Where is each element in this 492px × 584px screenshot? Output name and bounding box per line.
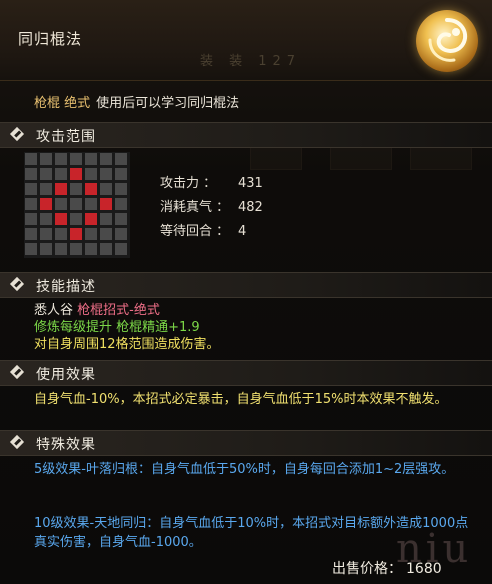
range-cell — [85, 168, 97, 180]
stat-value: 482 — [238, 200, 263, 215]
tooltip-header: 同归棍法 装 装 127 — [0, 0, 492, 81]
range-cell-active — [70, 228, 82, 240]
range-cell — [115, 198, 127, 210]
diamond-icon — [9, 364, 25, 380]
description-type: 枪棍招式-绝式 — [77, 303, 160, 318]
range-cell — [25, 243, 37, 255]
range-cell — [40, 183, 52, 195]
section-label: 攻击范围 — [36, 129, 96, 145]
stat-label: 攻击力 ： — [160, 176, 217, 191]
section-header-use-effect: 使用效果 — [0, 360, 492, 386]
range-cell — [70, 243, 82, 255]
swirl-emblem-icon — [416, 10, 478, 72]
range-cell-active — [85, 183, 97, 195]
attack-range-grid — [24, 152, 130, 258]
stat-label: 等待回合 ： — [160, 224, 230, 239]
range-cell — [115, 213, 127, 225]
section-header-range: 攻击范围 — [0, 122, 492, 148]
range-cell — [40, 228, 52, 240]
range-cell — [85, 198, 97, 210]
range-cell — [115, 153, 127, 165]
range-cell-active — [70, 168, 82, 180]
stat-value: 431 — [238, 176, 263, 191]
range-cell-active — [55, 213, 67, 225]
range-cell — [100, 153, 112, 165]
range-cell — [25, 198, 37, 210]
range-cell — [55, 198, 67, 210]
range-cell — [115, 168, 127, 180]
range-cell-active — [100, 198, 112, 210]
range-cell — [55, 153, 67, 165]
section-label: 使用效果 — [36, 367, 96, 383]
range-cell — [70, 183, 82, 195]
description-line-1: 悉人谷 枪棍招式-绝式 — [34, 302, 220, 319]
range-cell — [100, 243, 112, 255]
range-cell — [70, 213, 82, 225]
range-cell — [100, 213, 112, 225]
range-cell — [115, 243, 127, 255]
range-cell-active — [40, 198, 52, 210]
range-cell — [25, 228, 37, 240]
range-cell — [115, 183, 127, 195]
stat-row-wait: 等待回合 ： 4 — [160, 220, 246, 239]
range-cell — [115, 228, 127, 240]
range-cell — [40, 168, 52, 180]
item-subtitle: 枪棍 绝式 使用后可以学习同归棍法 — [34, 92, 239, 111]
range-cell-active — [85, 213, 97, 225]
stat-label: 消耗真气 ： — [160, 200, 230, 215]
diamond-icon — [9, 276, 25, 292]
stat-value: 4 — [238, 224, 247, 239]
description-sect: 悉人谷 — [34, 303, 78, 318]
range-cell-active — [55, 183, 67, 195]
range-cell — [85, 228, 97, 240]
range-cell — [100, 183, 112, 195]
use-effect-text: 自身气血-10%，本招式必定暴击，自身气血低于15%时本效果不触发。 — [34, 392, 448, 407]
range-cell — [25, 168, 37, 180]
range-cell — [100, 228, 112, 240]
description-line-2: 修炼每级提升 枪棍精通+1.9 — [34, 320, 200, 335]
section-header-special-effect: 特殊效果 — [0, 430, 492, 456]
diamond-icon — [9, 126, 25, 142]
range-cell — [55, 228, 67, 240]
diamond-icon — [9, 434, 25, 450]
range-cell — [40, 153, 52, 165]
section-label: 技能描述 — [36, 279, 96, 295]
special-effect-level-5: 5级效果-叶落归根：自身气血低于50%时，自身每回合添加1~2层强攻。 — [34, 462, 455, 477]
range-cell — [25, 213, 37, 225]
range-cell — [55, 243, 67, 255]
range-cell — [85, 153, 97, 165]
range-cell — [85, 243, 97, 255]
range-cell — [40, 213, 52, 225]
range-cell — [40, 243, 52, 255]
background-ghost-text: 装 装 127 — [200, 54, 302, 69]
item-tag: 枪棍 绝式 — [34, 96, 91, 111]
skill-description: 悉人谷 枪棍招式-绝式 修炼每级提升 枪棍精通+1.9 对自身周围12格范围造成… — [34, 302, 220, 353]
section-header-description: 技能描述 — [0, 272, 492, 298]
item-usage-text: 使用后可以学习同归棍法 — [96, 96, 240, 111]
range-cell — [70, 153, 82, 165]
stat-row-energy: 消耗真气 ： 482 — [160, 196, 263, 215]
price-value: 1680 — [406, 561, 442, 577]
item-tooltip-panel: 同归棍法 装 装 127 枪棍 绝式 使用后可以学习同归棍法 攻击范围 攻击力 ：… — [0, 0, 492, 584]
sell-price: 出售价格： 1680 — [332, 558, 442, 578]
range-cell — [25, 183, 37, 195]
price-label: 出售价格： — [332, 561, 402, 577]
range-cell — [100, 168, 112, 180]
stat-row-attack: 攻击力 ： 431 — [160, 172, 263, 191]
item-title: 同归棍法 — [18, 30, 83, 48]
description-line-3: 对自身周围12格范围造成伤害。 — [34, 337, 220, 352]
section-label: 特殊效果 — [36, 437, 96, 453]
range-cell — [70, 198, 82, 210]
range-cell — [25, 153, 37, 165]
range-cell — [55, 168, 67, 180]
